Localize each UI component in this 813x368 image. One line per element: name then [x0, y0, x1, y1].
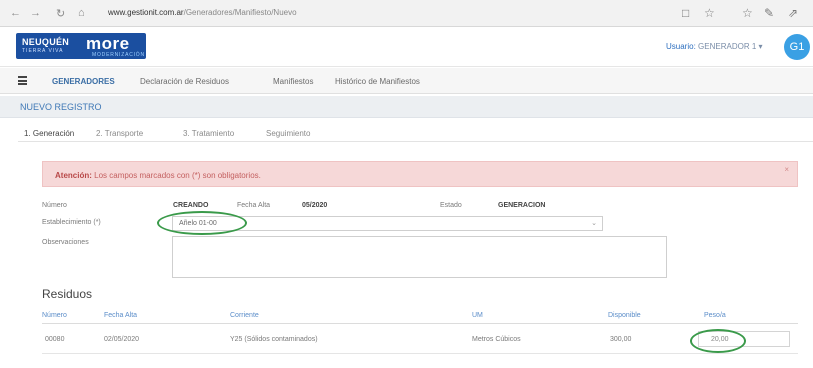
nav-item-manifiestos[interactable]: Manifiestos	[273, 77, 313, 86]
page: ← → ↻ ⌂ www.gestionit.com.ar/Generadores…	[0, 0, 813, 368]
col-header-fecha-alta[interactable]: Fecha Alta	[104, 312, 137, 319]
cell-numero: 00080	[45, 336, 65, 343]
address-bar[interactable]: www.gestionit.com.ar/Generadores/Manifie…	[104, 5, 664, 21]
avatar[interactable]: G1	[784, 34, 810, 60]
col-header-corriente[interactable]: Corriente	[230, 312, 259, 319]
col-header-disponible[interactable]: Disponible	[608, 312, 641, 319]
annotation-circle-peso	[690, 329, 746, 353]
app-header: NEUQUÉN TIERRA VIVA more MODERNIZACIÓN U…	[0, 27, 813, 67]
url-path: /Generadores/Manifiesto/Nuevo	[183, 8, 297, 17]
reload-icon[interactable]: ↻	[56, 7, 65, 20]
numero-value: CREANDO	[173, 202, 209, 209]
cell-corriente: Y25 (Sólidos contaminados)	[230, 336, 318, 343]
alert-strong: Atención:	[55, 171, 92, 180]
cell-um: Metros Cúbicos	[472, 336, 521, 343]
establecimiento-label: Establecimiento (*)	[42, 219, 101, 226]
logo-neuquen-text: NEUQUÉN	[22, 37, 70, 47]
tab-seguimiento[interactable]: Seguimiento	[266, 129, 310, 138]
col-header-peso[interactable]: Peso/a	[704, 312, 726, 319]
forward-icon[interactable]: →	[30, 7, 41, 19]
logo-more-text: more	[86, 34, 130, 53]
home-icon[interactable]: ⌂	[78, 7, 85, 19]
col-header-numero[interactable]: Número	[42, 312, 67, 319]
fecha-alta-label: Fecha Alta	[237, 202, 271, 209]
fecha-alta-value: 05/2020	[302, 202, 328, 209]
share-icon[interactable]: ⇗	[788, 6, 798, 20]
residuos-title: Residuos	[42, 287, 93, 301]
user-name: GENERADOR 1	[698, 42, 757, 51]
logo-neuquen-subtext: TIERRA VIVA	[22, 48, 64, 54]
close-icon[interactable]: ×	[784, 165, 789, 174]
reading-view-icon[interactable]: □	[682, 6, 689, 20]
tab-generacion[interactable]: 1. Generación	[24, 129, 74, 138]
tab-tratamiento[interactable]: 3. Tratamiento	[183, 129, 234, 138]
numero-label: Número	[42, 202, 67, 209]
user-menu[interactable]: Usuario: GENERADOR 1 ▾	[666, 42, 763, 51]
nav-item-generadores[interactable]: GENERADORES	[52, 77, 115, 86]
pen-icon[interactable]: ✎	[764, 6, 774, 20]
observaciones-label: Observaciones	[42, 239, 89, 246]
col-header-um[interactable]: UM	[472, 312, 483, 319]
main-nav: GENERADORES Declaración de Residuos Mani…	[0, 68, 813, 94]
cell-fecha-alta: 02/05/2020	[104, 336, 140, 343]
brand-logo[interactable]: NEUQUÉN TIERRA VIVA more MODERNIZACIÓN	[16, 33, 146, 59]
browser-toolbar: ← → ↻ ⌂ www.gestionit.com.ar/Generadores…	[0, 0, 813, 27]
tab-transporte[interactable]: 2. Transporte	[96, 129, 143, 138]
required-fields-alert: Atención: Los campos marcados con (*) so…	[42, 161, 798, 187]
alert-text: Los campos marcados con (*) son obligato…	[94, 171, 261, 180]
user-prefix: Usuario:	[666, 42, 696, 51]
chevron-down-icon: ⌄	[591, 220, 597, 227]
table-bottom-divider	[42, 353, 798, 354]
estado-value: GENERACION	[498, 202, 546, 209]
logo-more-subtext: MODERNIZACIÓN	[92, 52, 145, 58]
step-tabs: 1. Generación 2. Transporte 3. Tratamien…	[18, 122, 813, 142]
annotation-circle-establecimiento	[157, 211, 247, 235]
url-host: www.gestionit.com.ar	[108, 8, 184, 17]
estado-label: Estado	[440, 202, 462, 209]
cell-disponible: 300,00	[610, 336, 632, 343]
chevron-down-icon: ▾	[758, 42, 763, 51]
favorite-star-icon[interactable]: ☆	[704, 6, 715, 20]
nav-item-declaracion-residuos[interactable]: Declaración de Residuos	[140, 77, 229, 86]
back-icon[interactable]: ←	[10, 7, 21, 19]
nav-item-historico-manifiestos[interactable]: Histórico de Manifiestos	[335, 77, 420, 86]
observaciones-textarea[interactable]	[172, 236, 667, 278]
hamburger-menu-icon[interactable]	[18, 76, 27, 85]
favorites-hub-icon[interactable]: ☆	[742, 6, 753, 20]
table-header-divider	[42, 323, 798, 324]
page-title: NUEVO REGISTRO	[0, 96, 813, 118]
